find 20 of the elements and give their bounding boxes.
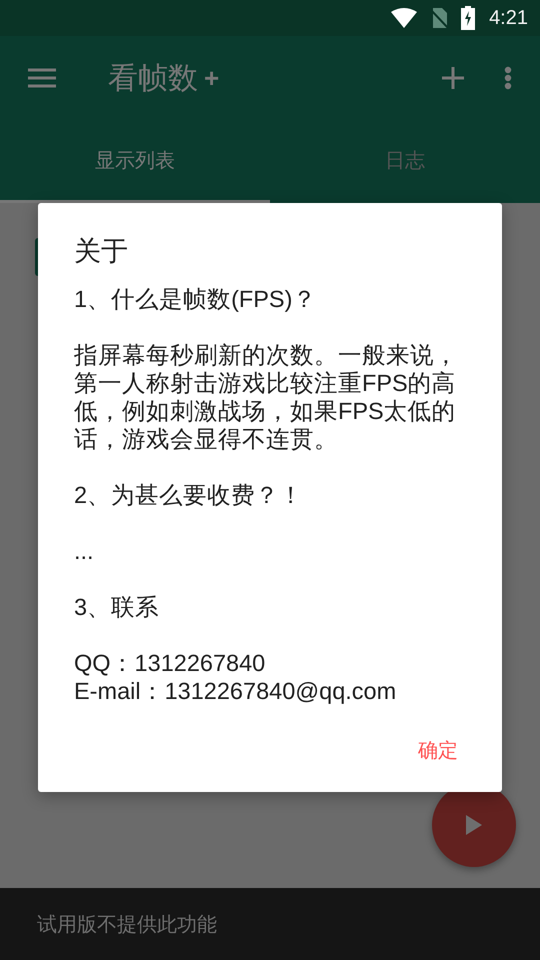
wifi-icon	[391, 8, 418, 28]
title-plus-mark: +	[204, 62, 220, 94]
dialog-text: E-mail：1312267840@qq.com	[74, 677, 398, 705]
battery-charging-icon	[461, 6, 476, 30]
more-options-icon[interactable]	[504, 66, 512, 90]
dialog-text: 2、为甚么要收费？！	[74, 481, 304, 509]
dialog-text: QQ：1312267840	[74, 649, 266, 677]
clock: 4:21	[489, 6, 528, 30]
dialog-text: 1、什么是帧数(FPS)？	[74, 285, 318, 313]
dialog-title: 关于	[74, 235, 129, 268]
dialog-text: ...	[74, 537, 95, 565]
snackbar-message: 试用版不提供此功能	[37, 912, 217, 938]
dialog-text: 3、联系	[74, 593, 160, 621]
play-icon	[466, 815, 482, 835]
app-title: 看帧数	[108, 60, 198, 96]
menu-icon[interactable]	[28, 68, 56, 88]
tab[interactable]: 日志	[270, 120, 540, 203]
confirm-button[interactable]: 确定	[410, 729, 466, 772]
dialog-text: 指屏幕每秒刷新的次数。一般来说，第一人称射击游戏比较注重FPS的高低，例如刺激战场，如果FPS太低的话，游戏会显得不连贯。	[74, 341, 459, 453]
add-icon[interactable]	[442, 67, 464, 89]
